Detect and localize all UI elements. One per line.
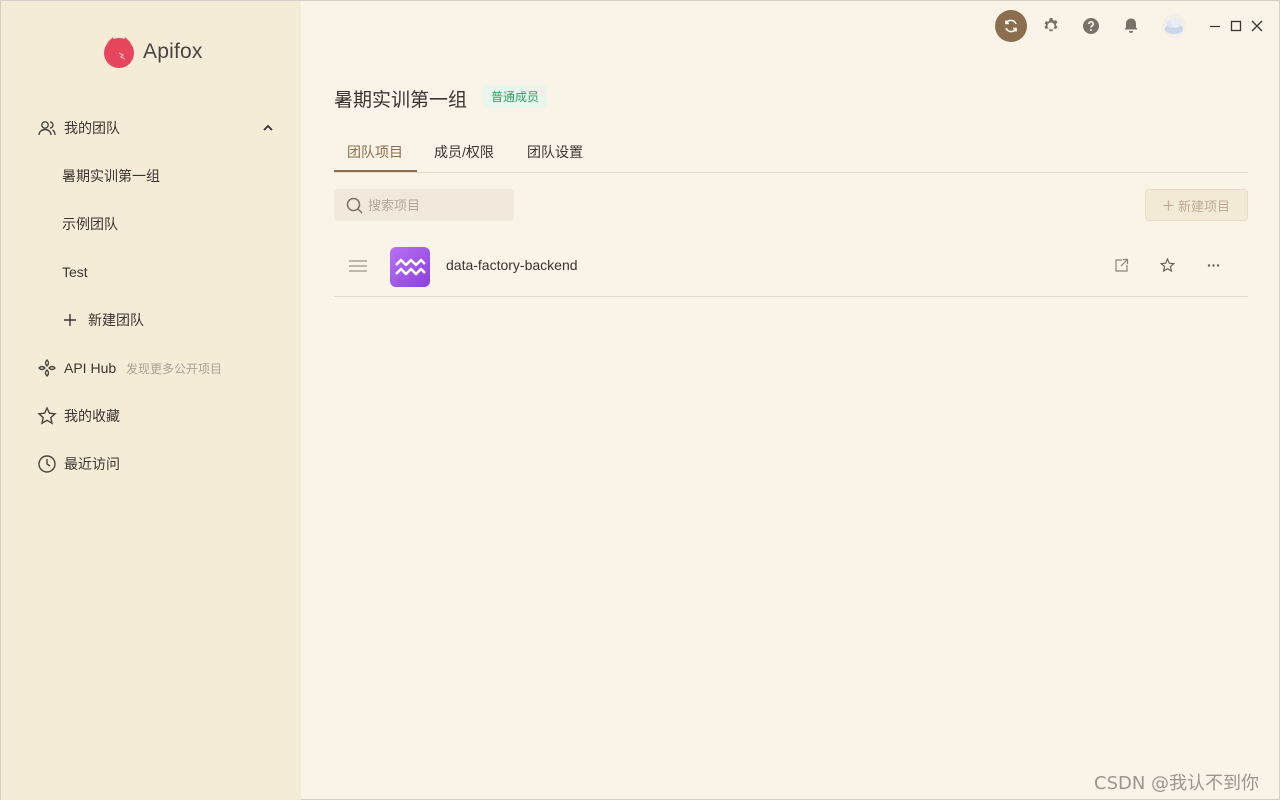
gear-icon (1044, 18, 1058, 32)
tab-bar: 团队项目 成员/权限 团队设置 (334, 135, 1248, 173)
sidebar-item-label: API Hub (64, 360, 117, 376)
plus-icon (64, 314, 76, 326)
close-icon[interactable] (1249, 18, 1265, 34)
sidebar-item-api-hub[interactable]: API Hub 发现更多公开项目 (1, 348, 301, 388)
chevron-up-icon[interactable] (261, 121, 275, 135)
clock-icon (38, 455, 56, 473)
page-title: 暑期实训第一组 (334, 90, 468, 111)
active-tab-indicator (334, 170, 417, 172)
role-badge: 普通成员 (483, 85, 548, 108)
settings-button[interactable] (1039, 14, 1063, 38)
sidebar-item-my-team[interactable]: 我的团队 (1, 108, 301, 148)
more-horizontal-icon (1207, 263, 1219, 267)
notifications-button[interactable] (1119, 14, 1143, 38)
sidebar-item-favorites[interactable]: 我的收藏 (1, 396, 301, 436)
api-hub-icon (38, 359, 56, 377)
sidebar-item-label: 示例团队 (62, 216, 118, 232)
new-project-label: 新建项目 (1177, 198, 1230, 214)
sidebar-item-label: 我的收藏 (64, 408, 120, 424)
help-button[interactable] (1079, 14, 1103, 38)
tab-label: 团队设置 (527, 144, 583, 160)
watermark: CSDN @我认不到你 (1094, 773, 1260, 794)
sidebar-item-label: 最近访问 (64, 456, 120, 472)
new-team-button[interactable]: 新建团队 (1, 300, 301, 340)
maximize-icon[interactable] (1228, 18, 1244, 34)
plus-icon (1163, 200, 1174, 210)
tab-label: 团队项目 (347, 144, 403, 160)
search-box (334, 189, 514, 221)
project-row[interactable]: data-factory-backend (334, 237, 1248, 297)
sidebar-item-team-2[interactable]: Test (1, 252, 301, 292)
more-options-button[interactable] (1204, 256, 1222, 274)
sync-button[interactable] (995, 10, 1027, 42)
api-hub-hint: 发现更多公开项目 (126, 361, 223, 376)
tab-label: 成员/权限 (434, 144, 494, 160)
search-input[interactable] (368, 189, 508, 221)
app-name: Apifox (143, 40, 203, 63)
tab-members-permissions[interactable]: 成员/权限 (434, 135, 494, 173)
sidebar-item-team-0[interactable]: 暑期实训第一组 (1, 156, 301, 196)
users-icon (38, 121, 56, 136)
bell-icon (1124, 18, 1138, 33)
avatar-icon (1162, 14, 1186, 38)
new-team-label: 新建团队 (88, 312, 144, 328)
search-icon (346, 197, 363, 214)
sidebar: Apifox 我的团队 暑期实训第一组 示例团队 Test 新建团队 API H… (1, 1, 301, 800)
help-icon (1083, 18, 1099, 34)
apifox-logo-icon (104, 37, 134, 68)
new-project-button[interactable]: 新建项目 (1145, 189, 1248, 221)
tab-team-settings[interactable]: 团队设置 (527, 135, 583, 173)
aquarius-icon (395, 258, 426, 276)
sidebar-item-team-1[interactable]: 示例团队 (1, 204, 301, 244)
app-logo: Apifox (101, 35, 203, 69)
star-icon (37, 406, 57, 425)
sidebar-item-recent[interactable]: 最近访问 (1, 444, 301, 484)
sidebar-item-label: 我的团队 (64, 120, 120, 136)
open-project-button[interactable] (1112, 256, 1130, 274)
favorite-project-button[interactable] (1158, 256, 1176, 274)
drag-handle-icon[interactable] (348, 259, 368, 273)
star-icon (1159, 257, 1175, 272)
external-link-icon (1114, 258, 1128, 272)
sidebar-item-label: 暑期实训第一组 (62, 168, 160, 184)
user-avatar[interactable] (1162, 14, 1186, 38)
project-name[interactable]: data-factory-backend (446, 257, 578, 273)
sidebar-item-label: Test (62, 264, 88, 280)
sync-icon (1005, 19, 1017, 33)
minimize-icon[interactable] (1207, 18, 1223, 34)
project-icon (390, 247, 430, 287)
tab-team-projects[interactable]: 团队项目 (347, 135, 403, 173)
